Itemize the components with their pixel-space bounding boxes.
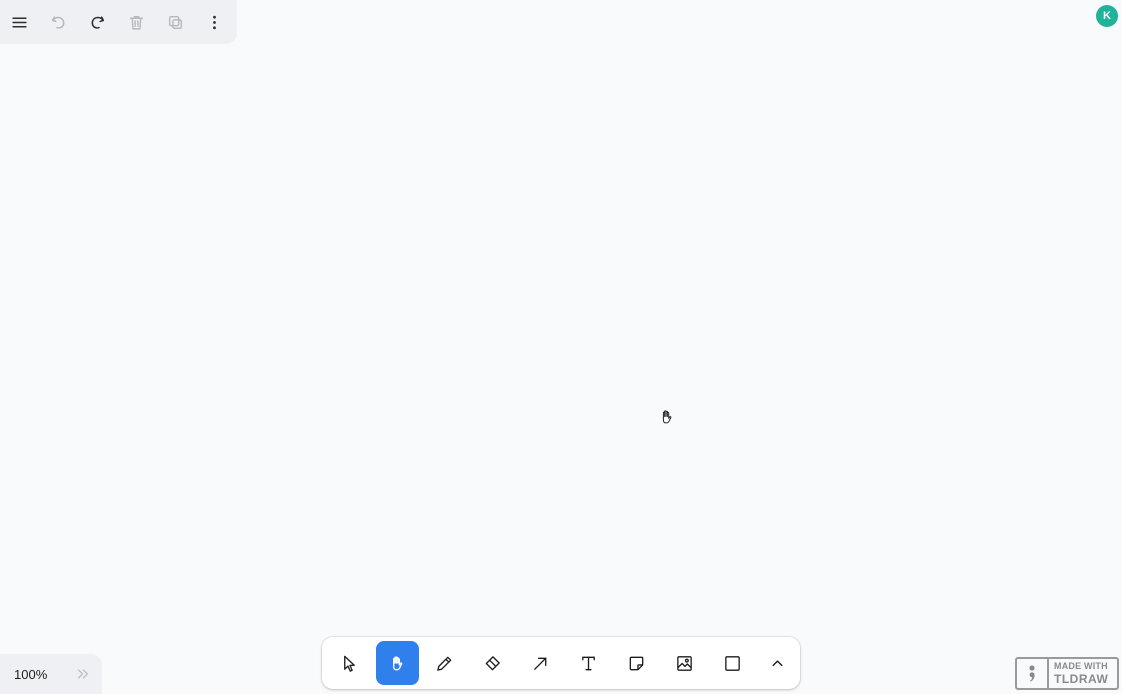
hand-icon bbox=[392, 655, 403, 670]
hamburger-icon bbox=[12, 17, 27, 27]
arrow-tool-button[interactable] bbox=[517, 641, 565, 685]
eraser-tool-button[interactable] bbox=[469, 641, 517, 685]
asset-tool-button[interactable] bbox=[660, 641, 708, 685]
more-actions-button[interactable] bbox=[195, 0, 234, 44]
hand-cursor-icon bbox=[662, 410, 672, 424]
expand-minimap-button[interactable] bbox=[68, 654, 98, 694]
badge-text: MADE WITH TLDRAW bbox=[1049, 659, 1117, 688]
pencil-icon bbox=[437, 656, 452, 671]
undo-icon bbox=[51, 15, 65, 29]
text-icon bbox=[582, 656, 595, 670]
badge-line-made-with: MADE WITH bbox=[1054, 661, 1108, 671]
sticky-note-icon bbox=[629, 656, 644, 670]
delete-button[interactable] bbox=[117, 0, 156, 44]
select-tool-button[interactable] bbox=[326, 641, 374, 685]
duplicate-icon bbox=[168, 15, 183, 29]
zoom-panel: 100% bbox=[0, 654, 102, 694]
eraser-icon bbox=[485, 655, 500, 670]
badge-line-tldraw: TLDRAW bbox=[1054, 672, 1109, 686]
hand-tool-button[interactable] bbox=[375, 641, 419, 685]
undo-button[interactable] bbox=[39, 0, 78, 44]
pointer-icon bbox=[344, 655, 356, 672]
chevron-up-icon bbox=[772, 659, 783, 666]
made-with-tldraw-badge[interactable]: MADE WITH TLDRAW bbox=[1015, 657, 1119, 690]
double-chevron-right-icon bbox=[78, 669, 88, 679]
user-avatar[interactable]: K bbox=[1096, 5, 1118, 27]
note-tool-button[interactable] bbox=[612, 641, 660, 685]
rectangle-tool-button[interactable] bbox=[708, 641, 756, 685]
menu-panel bbox=[0, 0, 237, 44]
draw-tool-button[interactable] bbox=[421, 641, 469, 685]
trash-icon bbox=[129, 15, 144, 30]
more-tools-button[interactable] bbox=[756, 641, 800, 685]
tool-toolbar bbox=[322, 637, 800, 689]
image-icon bbox=[676, 655, 692, 671]
tldraw-logo-icon bbox=[1017, 659, 1049, 688]
dots-vertical-icon bbox=[213, 15, 216, 29]
drawing-canvas[interactable] bbox=[0, 0, 1122, 694]
rectangle-icon bbox=[724, 655, 740, 671]
arrow-icon bbox=[534, 657, 547, 670]
redo-button[interactable] bbox=[78, 0, 117, 44]
main-menu-button[interactable] bbox=[0, 0, 39, 44]
zoom-level-button[interactable]: 100% bbox=[0, 667, 68, 682]
redo-icon bbox=[91, 15, 105, 29]
duplicate-button[interactable] bbox=[156, 0, 195, 44]
text-tool-button[interactable] bbox=[564, 641, 612, 685]
